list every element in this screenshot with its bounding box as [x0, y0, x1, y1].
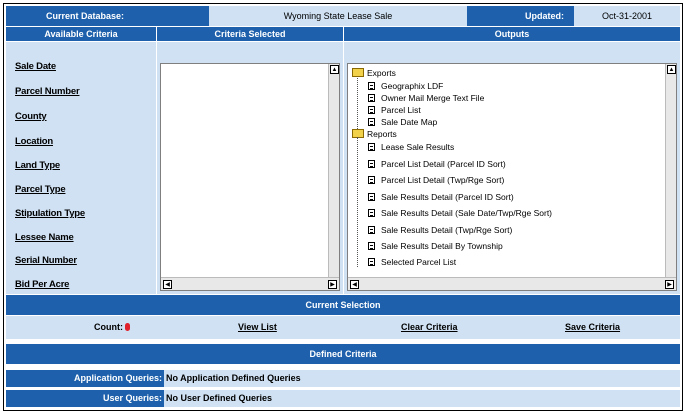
available-criteria-header: Available Criteria — [6, 27, 156, 41]
item-label: Owner Mail Merge Text File — [381, 92, 485, 103]
document-icon — [368, 93, 375, 102]
horizontal-scrollbar[interactable]: ◀ ▶ — [348, 277, 676, 290]
clear-criteria-link[interactable]: Clear Criteria — [401, 322, 458, 332]
item-label: Parcel List Detail (Parcel ID Sort) — [381, 158, 506, 169]
save-criteria-link[interactable]: Save Criteria — [565, 322, 620, 332]
application-queries-label: Application Queries: — [6, 370, 164, 387]
tree-item[interactable]: Selected Parcel List — [368, 256, 456, 267]
scroll-up-icon[interactable]: ▲ — [667, 65, 676, 74]
tree-item[interactable]: Lease Sale Results — [368, 141, 454, 152]
item-label: Parcel List — [381, 104, 421, 115]
horizontal-scrollbar[interactable]: ◀ ▶ — [161, 277, 339, 290]
item-label: Sale Results Detail (Twp/Rge Sort) — [381, 224, 513, 235]
tree-item[interactable]: Parcel List Detail (Parcel ID Sort) — [368, 158, 506, 169]
item-label: Parcel List Detail (Twp/Rge Sort) — [381, 174, 505, 185]
user-queries-value: No User Defined Queries — [164, 390, 680, 407]
current-database-value: Wyoming State Lease Sale — [209, 6, 467, 26]
tree-connector — [357, 137, 358, 267]
tree-item[interactable]: Parcel List — [368, 104, 421, 115]
vertical-scrollbar[interactable]: ▲ — [328, 64, 339, 277]
scroll-left-icon[interactable]: ◀ — [350, 280, 359, 289]
criteria-selected-header: Criteria Selected — [157, 27, 343, 41]
current-selection-header: Current Selection — [6, 295, 680, 315]
item-label: Sale Results Detail By Township — [381, 240, 503, 251]
criteria-bid-per-acre[interactable]: Bid Per Acre — [15, 279, 69, 290]
folder-icon — [352, 129, 364, 138]
document-icon — [368, 81, 375, 90]
document-icon — [368, 208, 375, 217]
criteria-stipulation-type[interactable]: Stipulation Type — [15, 208, 85, 219]
item-label: Lease Sale Results — [381, 141, 455, 152]
outputs-tree[interactable]: Exports Geographix LDF Owner Mail Merge … — [347, 63, 677, 291]
scroll-right-icon[interactable]: ▶ — [665, 280, 674, 289]
criteria-location[interactable]: Location — [15, 136, 53, 147]
updated-value: Oct-31-2001 — [574, 6, 680, 26]
document-icon — [368, 142, 375, 151]
item-label: Sale Date Map — [381, 116, 438, 127]
folder-icon — [352, 68, 364, 77]
count-value: 0 — [125, 323, 130, 331]
criteria-county[interactable]: County — [15, 111, 47, 122]
tree-item[interactable]: Sale Results Detail (Parcel ID Sort) — [368, 191, 514, 202]
count-label: Count: — [94, 322, 123, 332]
count-display: Count: 0 — [94, 322, 130, 332]
criteria-lessee-name[interactable]: Lessee Name — [15, 232, 74, 243]
scroll-left-icon[interactable]: ◀ — [163, 280, 172, 289]
criteria-sale-date[interactable]: Sale Date — [15, 61, 56, 72]
document-icon — [368, 225, 375, 234]
tree-item[interactable]: Parcel List Detail (Twp/Rge Sort) — [368, 174, 504, 185]
document-icon — [368, 192, 375, 201]
outputs-header: Outputs — [344, 27, 680, 41]
criteria-selected-list[interactable]: ▲ ◀ ▶ — [160, 63, 340, 291]
application-queries-value: No Application Defined Queries — [164, 370, 680, 387]
document-icon — [368, 105, 375, 114]
criteria-serial-number[interactable]: Serial Number — [15, 255, 77, 266]
app-frame: Current Database: Wyoming State Lease Sa… — [3, 3, 683, 411]
tree-folder-exports[interactable]: Exports — [352, 67, 396, 78]
scroll-right-icon[interactable]: ▶ — [328, 280, 337, 289]
document-icon — [368, 117, 375, 126]
document-icon — [368, 159, 375, 168]
tree-item[interactable]: Owner Mail Merge Text File — [368, 92, 484, 103]
criteria-parcel-number[interactable]: Parcel Number — [15, 86, 80, 97]
tree-item[interactable]: Sale Results Detail (Twp/Rge Sort) — [368, 224, 512, 235]
tree-item[interactable]: Sale Results Detail By Township — [368, 240, 503, 251]
defined-criteria-header: Defined Criteria — [6, 344, 680, 364]
user-queries-label: User Queries: — [6, 390, 164, 407]
item-label: Sale Results Detail (Parcel ID Sort) — [381, 191, 514, 202]
vertical-scrollbar[interactable]: ▲ — [665, 64, 676, 277]
item-label: Geographix LDF — [381, 80, 444, 91]
item-label: Sale Results Detail (Sale Date/Twp/Rge S… — [381, 207, 553, 218]
criteria-land-type[interactable]: Land Type — [15, 160, 60, 171]
criteria-parcel-type[interactable]: Parcel Type — [15, 184, 66, 195]
item-label: Selected Parcel List — [381, 256, 457, 267]
tree-folder-reports[interactable]: Reports — [352, 128, 397, 139]
folder-label: Reports — [367, 128, 397, 139]
document-icon — [368, 257, 375, 266]
tree-item[interactable]: Sale Date Map — [368, 116, 437, 127]
document-icon — [368, 241, 375, 250]
tree-item[interactable]: Sale Results Detail (Sale Date/Twp/Rge S… — [368, 207, 552, 218]
tree-item[interactable]: Geographix LDF — [368, 80, 443, 91]
document-icon — [368, 175, 375, 184]
folder-label: Exports — [367, 67, 396, 78]
current-database-label: Current Database: — [6, 6, 209, 26]
scroll-up-icon[interactable]: ▲ — [330, 65, 339, 74]
updated-label: Updated: — [467, 6, 574, 26]
view-list-link[interactable]: View List — [238, 322, 277, 332]
